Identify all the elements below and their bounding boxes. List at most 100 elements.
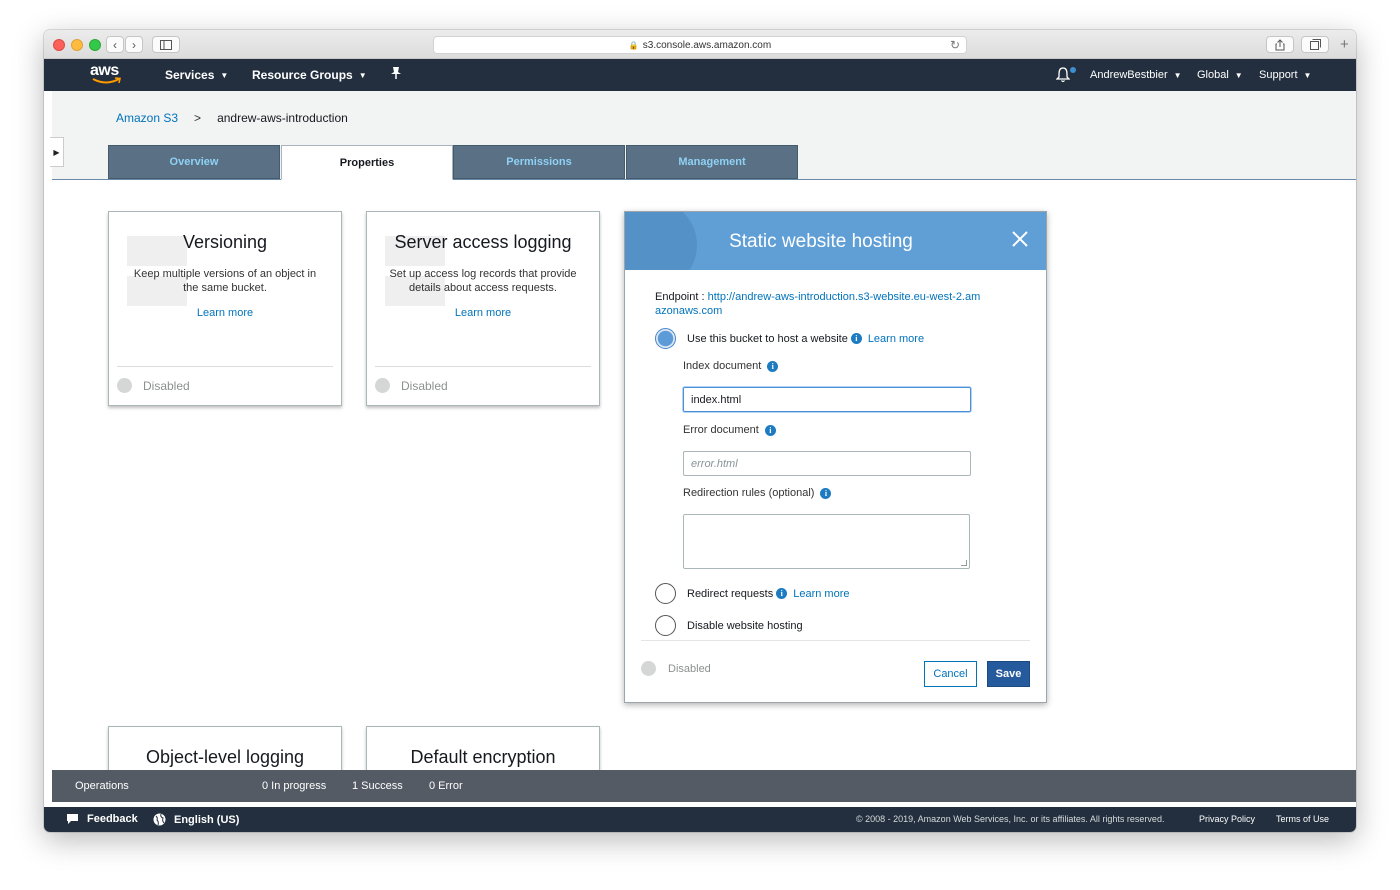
lock-icon: 🔒 xyxy=(628,40,639,50)
new-tab-icon[interactable]: + xyxy=(1340,36,1349,53)
error-document-label-text: Error document xyxy=(683,424,759,436)
minimize-window-button[interactable] xyxy=(71,39,83,51)
status-dot-icon xyxy=(375,378,390,393)
close-window-button[interactable] xyxy=(53,39,65,51)
learn-more-link[interactable]: Learn more xyxy=(793,588,849,600)
status-label: Disabled xyxy=(143,378,190,393)
tabs-overview-button[interactable] xyxy=(1301,36,1329,53)
tab-permissions[interactable]: Permissions xyxy=(453,145,625,179)
notifications-button[interactable] xyxy=(1055,67,1076,83)
info-icon[interactable]: i xyxy=(776,588,788,599)
sidebar-expand-button[interactable]: ▶ xyxy=(50,137,64,167)
footer: Feedback English (US) © 2008 - 2019, Ama… xyxy=(44,807,1356,832)
copyright-text: © 2008 - 2019, Amazon Web Services, Inc.… xyxy=(856,814,1165,824)
pin-button[interactable] xyxy=(390,66,402,80)
redirect-requests-label: Redirect requests xyxy=(687,587,774,600)
redirection-rules-textarea[interactable] xyxy=(683,514,970,569)
panel-title: Static website hosting xyxy=(729,231,913,252)
host-website-radio[interactable] xyxy=(655,328,676,349)
account-menu[interactable]: AndrewBestbier ▼ xyxy=(1090,69,1182,81)
chevron-right-icon: › xyxy=(132,37,136,52)
versioning-card[interactable]: Versioning Keep multiple versions of an … xyxy=(108,211,342,406)
breadcrumb: Amazon S3 > andrew-aws-introduction xyxy=(116,111,348,125)
status-indicator: Disabled xyxy=(117,378,190,393)
share-icon xyxy=(1275,38,1285,50)
caret-down-icon: ▼ xyxy=(1303,70,1312,80)
error-document-label: Error document i xyxy=(683,424,776,436)
host-website-option[interactable]: Use this bucket to host a website i Lear… xyxy=(655,328,924,349)
versioning-watermark-icon xyxy=(127,236,187,306)
close-icon[interactable] xyxy=(1010,229,1030,249)
resource-groups-label: Resource Groups xyxy=(252,68,353,82)
share-button[interactable] xyxy=(1266,36,1294,53)
zoom-window-button[interactable] xyxy=(89,39,101,51)
logging-watermark-icon xyxy=(385,236,445,306)
aws-logo[interactable]: aws xyxy=(90,63,124,87)
terms-of-use-link[interactable]: Terms of Use xyxy=(1276,814,1329,824)
region-menu[interactable]: Global ▼ xyxy=(1197,69,1243,81)
tab-overview[interactable]: Overview xyxy=(108,145,280,179)
status-indicator: Disabled xyxy=(641,661,711,676)
status-indicator: Disabled xyxy=(375,378,448,393)
card-title: Object-level logging xyxy=(145,747,305,767)
status-dot-icon xyxy=(117,378,132,393)
card-title: Default encryption xyxy=(410,747,556,767)
services-label: Services xyxy=(165,68,215,82)
status-dot-icon xyxy=(641,661,656,676)
sidebar-toggle-button[interactable] xyxy=(152,36,180,53)
services-menu[interactable]: Services ▼ xyxy=(165,68,228,82)
info-icon[interactable]: i xyxy=(850,333,862,344)
breadcrumb-separator: > xyxy=(194,111,202,125)
back-button[interactable]: ‹ xyxy=(106,36,124,53)
resource-groups-menu[interactable]: Resource Groups ▼ xyxy=(252,68,367,82)
redirect-requests-radio[interactable] xyxy=(655,583,676,604)
address-text: s3.console.aws.amazon.com xyxy=(642,39,772,51)
info-icon[interactable]: i xyxy=(767,360,779,372)
language-selector[interactable]: English (US) xyxy=(153,813,239,826)
support-menu[interactable]: Support ▼ xyxy=(1259,69,1311,81)
tab-properties[interactable]: Properties xyxy=(281,145,453,180)
operations-label[interactable]: Operations xyxy=(75,780,129,792)
learn-more-link[interactable]: Learn more xyxy=(868,333,924,345)
caret-down-icon: ▼ xyxy=(220,70,229,80)
divider xyxy=(117,366,333,367)
privacy-policy-link[interactable]: Privacy Policy xyxy=(1199,814,1255,824)
disable-hosting-option[interactable]: Disable website hosting xyxy=(655,615,803,636)
status-label: Disabled xyxy=(401,378,448,393)
index-document-label-text: Index document xyxy=(683,360,762,372)
resize-handle-icon[interactable] xyxy=(961,560,967,566)
reload-icon[interactable]: ↻ xyxy=(950,38,960,52)
pin-icon xyxy=(391,67,401,79)
feedback-button[interactable]: Feedback xyxy=(66,813,138,825)
feedback-icon xyxy=(67,814,78,824)
divider xyxy=(641,640,1030,641)
disable-hosting-label: Disable website hosting xyxy=(687,619,803,632)
caret-right-icon: ▶ xyxy=(53,147,60,157)
panel-header: Static website hosting xyxy=(625,212,1046,270)
caret-down-icon: ▼ xyxy=(1234,70,1243,80)
endpoint-label: Endpoint : xyxy=(655,291,708,303)
error-document-input[interactable]: error.html xyxy=(683,451,971,476)
breadcrumb-amazon-s3[interactable]: Amazon S3 xyxy=(116,111,178,125)
operations-error[interactable]: 0 Error xyxy=(429,780,463,792)
cancel-button[interactable]: Cancel xyxy=(924,661,977,687)
bell-icon xyxy=(1055,67,1071,83)
operations-in-progress[interactable]: 0 In progress xyxy=(262,780,326,792)
info-icon[interactable]: i xyxy=(764,424,776,436)
support-label: Support xyxy=(1259,69,1298,81)
index-document-input[interactable]: index.html xyxy=(683,387,971,412)
save-button[interactable]: Save xyxy=(987,661,1030,687)
server-access-logging-card[interactable]: Server access logging Set up access log … xyxy=(366,211,600,406)
redirect-requests-option[interactable]: Redirect requests i Learn more xyxy=(655,583,849,604)
browser-window: ‹ › 🔒 s3.console.aws.amazon.com ↻ + aws … xyxy=(44,30,1356,832)
disable-hosting-radio[interactable] xyxy=(655,615,676,636)
redirection-rules-label-text: Redirection rules (optional) xyxy=(683,487,815,499)
sidebar-icon xyxy=(160,39,172,50)
info-icon[interactable]: i xyxy=(820,487,832,499)
operations-success[interactable]: 1 Success xyxy=(352,780,403,792)
tab-management[interactable]: Management xyxy=(626,145,798,179)
forward-button[interactable]: › xyxy=(125,36,143,53)
address-bar[interactable]: 🔒 s3.console.aws.amazon.com ↻ xyxy=(433,36,967,54)
caret-down-icon: ▼ xyxy=(358,70,367,80)
operations-bar[interactable]: Operations 0 In progress 1 Success 0 Err… xyxy=(52,770,1356,802)
